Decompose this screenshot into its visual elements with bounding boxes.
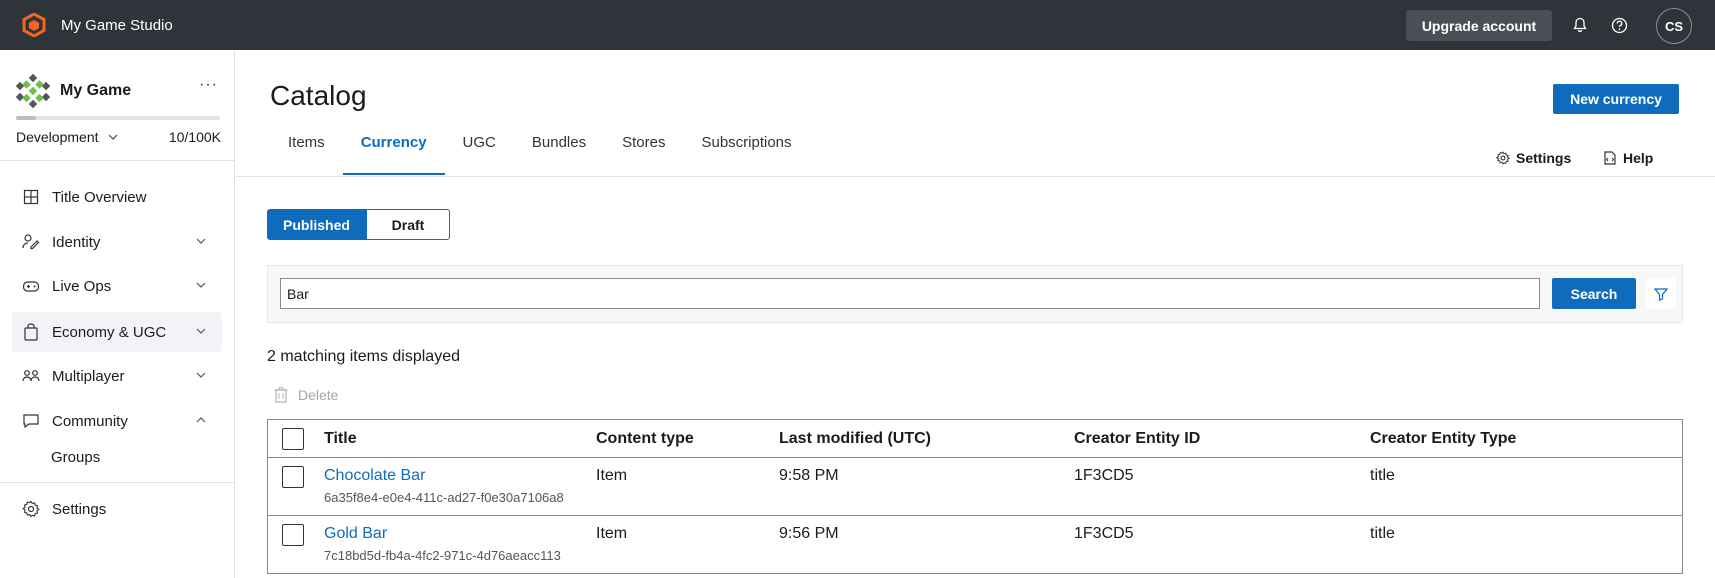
sidebar-item-label: Multiplayer <box>52 367 125 385</box>
search-panel: Search <box>267 265 1683 323</box>
item-id: 6a35f8e4-e0e4-411c-ad27-f0e30a7106a8 <box>324 490 564 505</box>
filter-icon[interactable] <box>1646 278 1676 309</box>
item-id: 7c18bd5d-fb4a-4fc2-971c-4d76aeacc113 <box>324 548 561 563</box>
published-toggle[interactable]: Published <box>267 209 366 240</box>
sidebar-item-label: Economy & UGC <box>52 323 167 341</box>
row-checkbox[interactable] <box>282 524 304 546</box>
chevron-down-icon <box>196 372 206 378</box>
sidebar-item-label: Identity <box>52 233 101 251</box>
delete-button[interactable]: Delete <box>274 387 338 403</box>
sidebar-item-identity[interactable]: Identity <box>12 222 222 262</box>
column-header-last-modified[interactable]: Last modified (UTC) <box>779 430 931 448</box>
creator-entity-type-cell: title <box>1370 525 1395 542</box>
bell-icon[interactable] <box>1569 14 1591 36</box>
gear-icon <box>1496 151 1510 165</box>
usage-bar-fill <box>16 116 37 120</box>
select-all-checkbox[interactable] <box>282 428 304 450</box>
delete-label: Delete <box>298 387 339 403</box>
chat-icon <box>22 412 40 430</box>
top-bar: My Game Studio Upgrade account CS <box>0 0 1715 50</box>
table-header-row: Title Content type Last modified (UTC) C… <box>268 420 1682 458</box>
chevron-down-icon <box>196 282 206 288</box>
column-header-title[interactable]: Title <box>324 430 357 448</box>
avatar[interactable]: CS <box>1656 8 1692 44</box>
tab-ugc[interactable]: UGC <box>445 130 514 175</box>
search-input[interactable] <box>280 278 1540 309</box>
table-row[interactable]: Gold Bar 7c18bd5d-fb4a-4fc2-971c-4d76aea… <box>268 516 1682 574</box>
content-type-cell: Item <box>596 525 628 542</box>
page-title: Catalog <box>270 80 367 111</box>
people-icon <box>22 367 40 385</box>
sidebar-item-label: Title Overview <box>52 188 147 206</box>
column-header-content-type[interactable]: Content type <box>596 430 694 448</box>
help-icon[interactable] <box>1608 14 1630 36</box>
game-header[interactable]: My Game <box>16 74 131 108</box>
trash-icon <box>274 387 288 403</box>
usage-bar <box>16 116 220 120</box>
catalog-tabs: Items Currency UGC Bundles Stores Subscr… <box>270 130 810 175</box>
more-options-button[interactable]: ··· <box>199 76 218 94</box>
game-name: My Game <box>60 82 132 99</box>
tab-items[interactable]: Items <box>270 130 343 175</box>
gear-icon <box>22 500 40 518</box>
item-title-link[interactable]: Gold Bar <box>324 525 387 543</box>
sidebar-item-economy-ugc[interactable]: Economy & UGC <box>12 312 222 352</box>
match-count: 2 matching items displayed <box>267 348 460 365</box>
sidebar: My Game ··· Development 10/100K Title Ov… <box>0 50 235 578</box>
studio-logo-icon[interactable] <box>22 13 46 37</box>
divider <box>236 176 1715 177</box>
identity-icon <box>22 233 40 251</box>
divider <box>0 482 234 483</box>
creator-entity-type-cell: title <box>1370 467 1395 484</box>
sidebar-item-groups[interactable]: Groups <box>51 449 100 466</box>
column-header-creator-entity-type[interactable]: Creator Entity Type <box>1370 430 1516 448</box>
game-logo-icon <box>16 74 50 108</box>
catalog-table: Title Content type Last modified (UTC) C… <box>267 419 1683 574</box>
sidebar-item-label: Live Ops <box>52 277 112 295</box>
studio-name[interactable]: My Game Studio <box>61 17 173 34</box>
divider <box>0 160 234 161</box>
settings-link[interactable]: Settings <box>1496 150 1571 166</box>
search-button[interactable]: Search <box>1552 278 1636 309</box>
draft-toggle[interactable]: Draft <box>366 209 450 240</box>
item-title-link[interactable]: Chocolate Bar <box>324 467 425 485</box>
document-help-icon <box>1604 151 1616 165</box>
row-checkbox[interactable] <box>282 466 304 488</box>
last-modified-cell: 9:58 PM <box>779 467 839 484</box>
chevron-down-icon <box>196 238 206 244</box>
help-link-label: Help <box>1623 150 1654 166</box>
chevron-up-icon <box>196 417 206 423</box>
settings-link-label: Settings <box>1516 150 1572 166</box>
last-modified-cell: 9:56 PM <box>779 525 839 542</box>
grid-icon <box>22 188 40 206</box>
usage-count: 10/100K <box>168 129 221 145</box>
chevron-down-icon <box>196 328 206 334</box>
new-currency-button[interactable]: New currency <box>1553 84 1679 114</box>
sidebar-item-settings[interactable]: Settings <box>12 489 222 529</box>
creator-entity-id-cell: 1F3CD5 <box>1074 525 1134 542</box>
tab-stores[interactable]: Stores <box>604 130 683 175</box>
chevron-down-icon <box>108 134 117 140</box>
gamepad-icon <box>22 277 40 295</box>
help-link[interactable]: Help <box>1603 150 1653 166</box>
creator-entity-id-cell: 1F3CD5 <box>1074 467 1134 484</box>
upgrade-account-button[interactable]: Upgrade account <box>1406 10 1552 41</box>
status-toggle: Published Draft <box>267 209 450 240</box>
sidebar-item-multiplayer[interactable]: Multiplayer <box>12 356 222 396</box>
sidebar-item-community[interactable]: Community <box>12 401 222 441</box>
sidebar-item-live-ops[interactable]: Live Ops <box>12 266 222 306</box>
sidebar-item-title-overview[interactable]: Title Overview <box>12 177 222 217</box>
table-row[interactable]: Chocolate Bar 6a35f8e4-e0e4-411c-ad27-f0… <box>268 458 1682 516</box>
sidebar-item-label: Settings <box>52 500 107 518</box>
tab-bundles[interactable]: Bundles <box>514 130 604 175</box>
environment-label: Development <box>16 129 99 145</box>
sidebar-item-label: Community <box>52 412 128 430</box>
tab-currency[interactable]: Currency <box>342 130 445 175</box>
column-header-creator-entity-id[interactable]: Creator Entity ID <box>1074 430 1200 448</box>
bag-icon <box>22 323 40 341</box>
tab-subscriptions[interactable]: Subscriptions <box>683 130 809 175</box>
environment-dropdown[interactable]: Development <box>16 129 119 145</box>
content-type-cell: Item <box>596 467 628 484</box>
